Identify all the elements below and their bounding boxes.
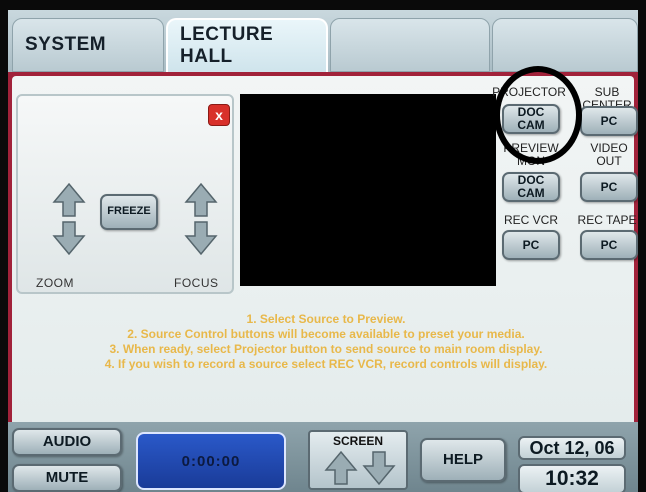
focus-down-button[interactable] [184,220,218,256]
preview-mon-label: PREVIEW MON [503,141,559,169]
tab-system[interactable]: SYSTEM [12,18,164,72]
zoom-in-button[interactable] [52,182,86,218]
rec-vcr-pc-button[interactable]: PC [502,230,560,260]
clock-display: 10:32 [518,464,626,492]
sub-center-pc-button[interactable]: PC [580,106,638,136]
zoom-out-button[interactable] [52,220,86,256]
instruction-line: 3. When ready, select Projector button t… [109,342,543,356]
timer-display: 0:00:00 [136,432,286,490]
tab-bar: SYSTEM LECTURE HALL [8,10,638,72]
preview-doc-cam-button[interactable]: DOC CAM [502,172,560,202]
instruction-line: 1. Select Source to Preview. [246,312,406,326]
screen-down-button[interactable] [362,450,396,486]
arrow-down-icon [362,451,396,486]
help-button[interactable]: HELP [420,438,506,482]
preview-monitor [240,94,496,286]
zoom-label: ZOOM [36,276,74,290]
screen-control: SCREEN [308,430,408,490]
tab-blank-2[interactable] [492,18,638,72]
tab-blank-1[interactable] [330,18,490,72]
arrow-down-icon [52,221,86,256]
instruction-line: 4. If you wish to record a source select… [104,357,548,371]
projector-doc-cam-button[interactable]: DOC CAM [502,104,560,134]
arrow-down-icon [184,221,218,256]
touch-panel-screen: SYSTEM LECTURE HALL x FREEZE ZOOM FOCUS … [8,10,638,492]
tab-lecture-hall[interactable]: LECTURE HALL [166,18,328,72]
mute-button[interactable]: MUTE [12,464,122,492]
video-out-label: VIDEO OUT [590,141,628,169]
main-panel-content: x FREEZE ZOOM FOCUS PROJECTOR DOC CAM SU… [12,76,638,426]
rec-tape-label: REC TAPE [577,213,637,227]
video-out-pc-button[interactable]: PC [580,172,638,202]
screen-up-button[interactable] [324,450,358,486]
arrow-up-icon [324,450,358,485]
screen-label: SCREEN [332,434,383,448]
instructions-text: 1. Select Source to Preview. 2. Source C… [26,312,626,372]
projector-label: PROJECTOR [492,85,566,99]
focus-up-button[interactable] [184,182,218,218]
main-panel: x FREEZE ZOOM FOCUS PROJECTOR DOC CAM SU… [8,72,638,432]
freeze-button[interactable]: FREEZE [100,194,158,230]
camera-control-box: x FREEZE ZOOM FOCUS [16,94,234,294]
arrow-up-icon [52,182,86,217]
close-button[interactable]: x [208,104,230,126]
focus-label: FOCUS [174,276,219,290]
audio-button[interactable]: AUDIO [12,428,122,456]
rec-vcr-label: REC VCR [503,213,558,227]
bottom-bar: AUDIO MUTE 0:00:00 SCREEN HELP Oct 12, 0… [8,422,638,492]
arrow-up-icon [184,182,218,217]
rec-tape-pc-button[interactable]: PC [580,230,638,260]
instruction-line: 2. Source Control buttons will become av… [127,327,525,341]
date-display: Oct 12, 06 [518,436,626,460]
